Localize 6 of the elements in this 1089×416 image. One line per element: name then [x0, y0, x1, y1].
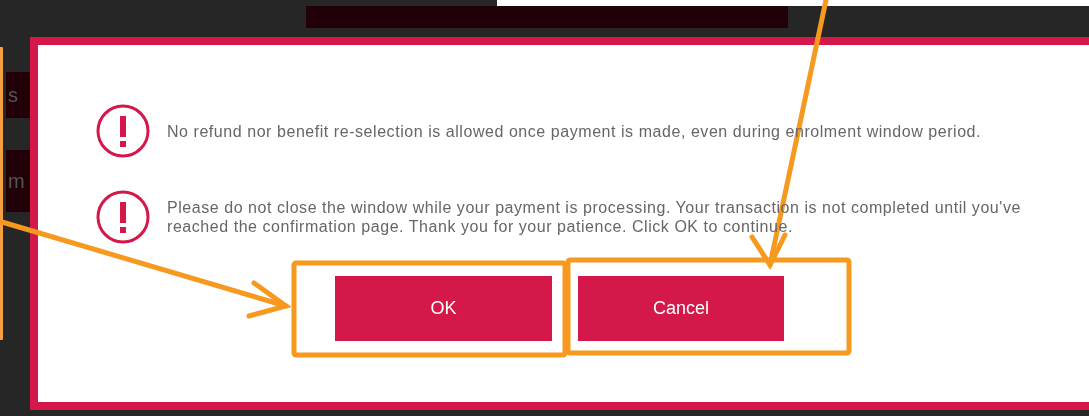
cancel-button[interactable]: Cancel	[578, 276, 784, 341]
ok-button[interactable]: OK	[335, 276, 552, 341]
warning-icon	[96, 190, 150, 244]
background-text: s	[7, 83, 18, 107]
warning-icon	[96, 104, 150, 158]
background-text: m	[7, 169, 25, 193]
